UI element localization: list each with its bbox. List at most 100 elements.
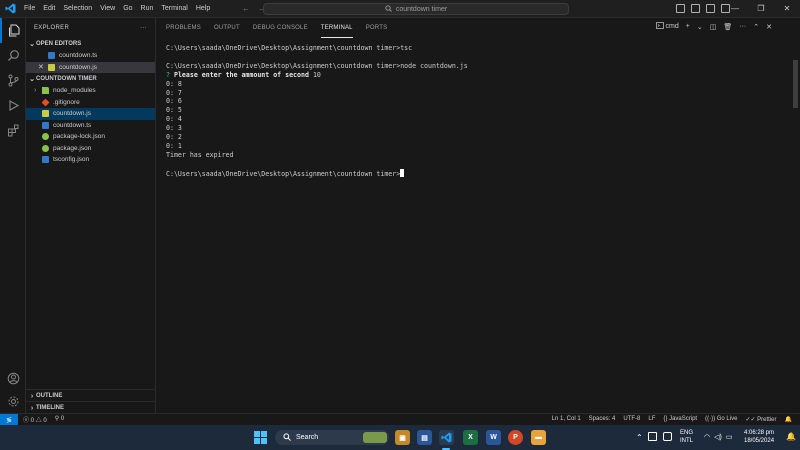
tab-output[interactable]: OUTPUT <box>214 18 240 38</box>
tree-item-countdown-js[interactable]: countdown.js <box>26 108 155 120</box>
folder-app-icon[interactable]: ▬ <box>531 430 546 445</box>
windows-start-icon[interactable] <box>254 431 267 444</box>
settings-gear-icon[interactable] <box>0 389 26 414</box>
tree-item-package-lock[interactable]: package-lock.json <box>26 131 155 143</box>
end-of-line[interactable]: LF <box>648 416 655 423</box>
minimize-icon[interactable]: — <box>722 0 748 18</box>
terminal-line: 0: 6 <box>166 97 182 106</box>
close-panel-icon[interactable]: ✕ <box>766 23 772 31</box>
explorer-sidebar: EXPLORER ··· ⌄ OPEN EDITORS countdown.ts… <box>26 18 156 413</box>
terminal-line: Timer has expired <box>166 150 234 159</box>
go-live-button[interactable]: ((·)) Go Live <box>705 416 737 423</box>
terminal-shell-selector[interactable]: cmd <box>655 22 679 31</box>
tab-ports[interactable]: PORTS <box>366 18 388 38</box>
close-editor-icon[interactable]: ✕ <box>38 63 48 71</box>
notifications-bell-icon[interactable]: 🔔 <box>785 416 792 423</box>
chevron-down-icon: ⌄ <box>29 41 35 48</box>
menu-view[interactable]: View <box>96 5 119 12</box>
terminal-line: 0: 8 <box>166 79 182 88</box>
tab-debug-console[interactable]: DEBUG CONSOLE <box>253 18 308 38</box>
status-left: ⓧ 0 △ 0 ⚲ 0 <box>23 415 64 424</box>
taskbar-search[interactable]: Search <box>275 430 389 445</box>
tree-item-tsconfig[interactable]: tsconfig.json <box>26 154 155 166</box>
source-control-icon[interactable] <box>0 68 26 93</box>
terminal-prompt: C:\Users\saada\OneDrive\Desktop\Assignme… <box>166 169 401 178</box>
menu-help[interactable]: Help <box>192 5 214 12</box>
terminal-line: C:\Users\saada\OneDrive\Desktop\Assignme… <box>166 61 468 70</box>
back-arrow-icon[interactable]: ← <box>242 4 250 13</box>
menu-file[interactable]: File <box>20 5 39 12</box>
run-debug-icon[interactable] <box>0 93 26 118</box>
prompt-question-mark: ? <box>166 70 170 79</box>
trash-icon[interactable]: 🗑 <box>723 23 732 31</box>
tree-item-package-json[interactable]: package.json <box>26 143 155 155</box>
tab-problems[interactable]: PROBLEMS <box>166 18 201 38</box>
vscode-logo-icon <box>0 0 20 18</box>
more-actions-icon[interactable]: ··· <box>140 25 147 31</box>
tree-item-countdown-ts[interactable]: countdown.ts <box>26 120 155 132</box>
split-terminal-icon[interactable]: ◫ <box>710 23 717 31</box>
more-actions-icon[interactable]: ··· <box>739 23 746 30</box>
terminal-line: 0: 3 <box>166 124 182 133</box>
terminal-output[interactable]: C:\Users\saada\OneDrive\Desktop\Assignme… <box>166 44 468 179</box>
menu-selection[interactable]: Selection <box>59 5 96 12</box>
chevron-right-icon: › <box>34 87 37 95</box>
outline-title: OUTLINE <box>36 393 63 399</box>
remote-indicator-icon[interactable]: ≶ <box>0 413 18 426</box>
notification-bell-icon[interactable]: 🔔 <box>786 432 796 441</box>
menu-terminal[interactable]: Terminal <box>157 5 191 12</box>
terminal-line: 0: 4 <box>166 115 182 124</box>
terminal-scrollbar[interactable] <box>793 60 798 108</box>
menu-edit[interactable]: Edit <box>39 5 59 12</box>
tab-terminal[interactable]: TERMINAL <box>320 18 353 38</box>
excel-app-icon[interactable]: X <box>463 430 478 445</box>
new-terminal-icon[interactable]: + <box>686 23 690 30</box>
chevron-down-icon[interactable]: ⌄ <box>697 23 703 31</box>
menu-run[interactable]: Run <box>137 5 158 12</box>
menu-go[interactable]: Go <box>119 5 136 12</box>
title-bar: File Edit Selection View Go Run Terminal… <box>0 0 800 18</box>
encoding[interactable]: UTF-8 <box>623 416 640 423</box>
terminal-current-line: C:\Users\saada\OneDrive\Desktop\Assignme… <box>166 168 468 179</box>
prettier-status[interactable]: ✓✓ Prettier <box>745 416 776 423</box>
maximize-panel-icon[interactable]: ⌃ <box>753 23 759 31</box>
terminal-line: 0: 5 <box>166 106 182 115</box>
folder-section[interactable]: ⌄ COUNTDOWN TIMER <box>26 73 155 85</box>
open-editor-item[interactable]: countdown.ts <box>26 50 155 62</box>
command-center[interactable]: countdown timer <box>263 3 569 15</box>
word-app-icon[interactable]: W <box>486 430 501 445</box>
terminal-line: 0: 7 <box>166 88 182 97</box>
restore-icon[interactable]: ❐ <box>748 0 774 18</box>
tree-item-gitignore[interactable]: .gitignore <box>26 97 155 109</box>
ports-indicator[interactable]: ⚲ 0 <box>55 415 64 424</box>
indentation[interactable]: Spaces: 4 <box>589 416 616 423</box>
tray-app-icon[interactable] <box>648 432 657 441</box>
tree-item-node-modules[interactable]: › node_modules <box>26 85 155 97</box>
file-explorer-app-icon[interactable]: ▤ <box>417 430 432 445</box>
system-tray-icons[interactable]: ◠ ◁) ▭ <box>704 433 732 441</box>
language-indicator[interactable]: ENG INTL <box>680 429 693 445</box>
cursor-position[interactable]: Ln 1, Col 1 <box>552 416 581 423</box>
files-icon[interactable] <box>0 18 26 43</box>
toggle-secondary-sidebar-icon[interactable] <box>706 4 715 13</box>
problems-indicator[interactable]: ⓧ 0 △ 0 <box>23 415 47 424</box>
search-icon[interactable] <box>0 43 26 68</box>
store-app-icon[interactable]: ▣ <box>395 430 410 445</box>
tray-chevron-up-icon[interactable]: ⌃ <box>636 433 643 442</box>
clock[interactable]: 4:06:28 pm 18/05/2024 <box>744 429 774 445</box>
close-icon[interactable]: ✕ <box>774 0 800 18</box>
open-editors-section[interactable]: ⌄ OPEN EDITORS <box>26 38 155 50</box>
powerpoint-app-icon[interactable]: P <box>508 430 523 445</box>
javascript-file-icon <box>42 110 49 118</box>
language-mode[interactable]: {} JavaScript <box>663 416 697 423</box>
vscode-app-icon[interactable] <box>439 430 454 445</box>
account-icon[interactable] <box>0 366 26 391</box>
open-editor-item[interactable]: ✕ countdown.js <box>26 61 155 73</box>
toggle-sidebar-icon[interactable] <box>676 4 685 13</box>
search-highlight-image <box>363 432 387 443</box>
tray-meet-icon[interactable] <box>663 432 672 441</box>
typescript-file-icon <box>42 121 49 129</box>
toggle-panel-icon[interactable] <box>691 4 700 13</box>
activity-bar <box>0 18 26 413</box>
extensions-icon[interactable] <box>0 118 26 143</box>
